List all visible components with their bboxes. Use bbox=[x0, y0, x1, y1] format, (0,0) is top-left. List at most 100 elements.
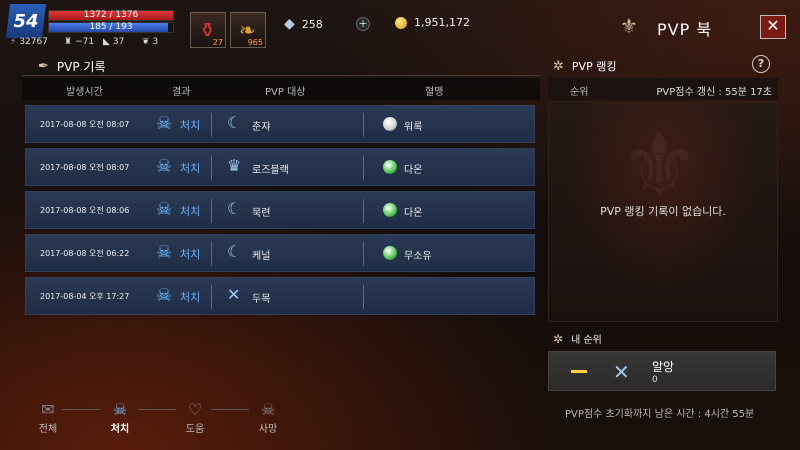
page-title: PVP 북 bbox=[657, 20, 713, 39]
record-row[interactable]: 2017-08-04 오후 17:27 ☠ 처치 ✕ 두목 bbox=[25, 277, 535, 315]
slot-count: 27 bbox=[212, 38, 223, 47]
record-guild: 다온 bbox=[404, 208, 423, 219]
record-target: 케널 bbox=[252, 251, 271, 262]
my-rank-title: 내 순위 bbox=[571, 335, 602, 346]
empty-ranking-message: PVP 랭킹 기록이 없습니다. bbox=[600, 205, 726, 218]
hp-bar: 1372 / 1376 bbox=[48, 10, 174, 21]
column-header-target: PVP 대상 bbox=[265, 87, 306, 98]
assist-icon: ♡ bbox=[187, 400, 203, 419]
skull-icon: ☠ bbox=[156, 199, 173, 220]
guild-emblem-icon bbox=[383, 246, 397, 260]
record-time: 2017-08-08 오전 08:07 bbox=[40, 120, 130, 129]
close-icon: ✕ bbox=[766, 16, 780, 35]
guild-emblem-icon bbox=[383, 117, 397, 131]
skull-icon: ☠ bbox=[156, 285, 173, 306]
tab-connector bbox=[211, 409, 249, 410]
close-button[interactable]: ✕ bbox=[760, 15, 786, 39]
quill-icon: ✒ bbox=[38, 59, 49, 74]
record-time: 2017-08-08 오전 06:22 bbox=[40, 249, 130, 258]
divider bbox=[211, 156, 212, 180]
quick-slot-scroll[interactable]: ❧ 965 bbox=[230, 12, 266, 48]
hp-text: 1372 / 1376 bbox=[83, 10, 139, 20]
record-target: 로즈블랙 bbox=[252, 165, 289, 176]
record-guild: 다온 bbox=[404, 165, 423, 176]
record-result: 처치 bbox=[180, 205, 201, 218]
pvp-record-header: ✒ PVP 기록 bbox=[38, 58, 105, 75]
my-rank-header: ✲ 내 순위 bbox=[553, 331, 602, 347]
boot-icon: ◣ bbox=[103, 37, 110, 47]
lightning-icon: ⚡ bbox=[10, 37, 17, 47]
stat-value: 3 bbox=[152, 37, 159, 47]
column-header-guild: 혈맹 bbox=[425, 87, 444, 98]
cross-class-icon: ✕ bbox=[227, 285, 241, 304]
rank-none-indicator bbox=[571, 370, 587, 373]
quick-slot-potion[interactable]: ⚱ 27 bbox=[190, 12, 226, 48]
level-value: 54 bbox=[13, 10, 39, 32]
pvp-ranking-header: ✲ PVP 랭킹 bbox=[553, 58, 616, 74]
record-target: 묵련 bbox=[252, 208, 271, 219]
mp-text: 185 / 193 bbox=[89, 22, 133, 32]
skull-icon: ☠ bbox=[156, 242, 173, 263]
tab-deaths[interactable]: ☠ 사망 bbox=[248, 400, 288, 435]
divider bbox=[363, 285, 364, 309]
scroll-icon: ✉ bbox=[41, 400, 55, 419]
ghost-class-icon: ☾ bbox=[227, 242, 242, 261]
gem-currency: ◆ 258 bbox=[284, 16, 323, 32]
guild-emblem-icon bbox=[383, 160, 397, 174]
tab-label: 처치 bbox=[110, 424, 130, 435]
stat-evasion: ❦ 3 bbox=[142, 37, 158, 47]
my-rank-row: ✕ 알앙 0 bbox=[548, 351, 776, 391]
skull-icon: ☠ bbox=[156, 156, 173, 177]
stat-power: ⚡ 32767 bbox=[10, 37, 48, 47]
tab-kills[interactable]: ☠ 처치 bbox=[100, 400, 140, 435]
pvp-record-title: PVP 기록 bbox=[56, 60, 106, 74]
record-result: 처치 bbox=[180, 248, 201, 261]
column-header-time: 발생시간 bbox=[66, 87, 103, 98]
divider bbox=[363, 113, 364, 137]
record-target: 두목 bbox=[252, 294, 271, 305]
tab-assist[interactable]: ♡ 도움 bbox=[175, 400, 215, 435]
slot-count: 965 bbox=[247, 38, 263, 47]
pvp-ranking-title: PVP 랭킹 bbox=[571, 60, 617, 73]
help-button[interactable]: ? bbox=[752, 55, 770, 73]
divider bbox=[363, 156, 364, 180]
stat-value: −71 bbox=[75, 37, 95, 47]
stat-defense: ♜ −71 bbox=[64, 37, 94, 47]
record-row[interactable]: 2017-08-08 오전 06:22 ☠ 처치 ☾ 케널 무소유 bbox=[25, 234, 535, 272]
skull-icon: ☠ bbox=[156, 113, 173, 134]
add-currency-button[interactable]: + bbox=[356, 17, 370, 31]
cross-class-icon: ✕ bbox=[613, 360, 630, 384]
wing-icon: ❦ bbox=[142, 37, 150, 47]
score-update-timer: PVP점수 갱신 : 55분 17초 bbox=[656, 87, 772, 98]
divider bbox=[22, 75, 540, 76]
stat-speed: ◣ 37 bbox=[103, 37, 124, 47]
crystal-icon: ◆ bbox=[284, 16, 295, 32]
divider bbox=[363, 242, 364, 266]
column-header-result: 결과 bbox=[172, 87, 191, 98]
gold-value: 1,951,172 bbox=[414, 16, 470, 29]
ranking-column-header: 순위 PVP점수 갱신 : 55분 17초 bbox=[548, 78, 778, 100]
tab-label: 도움 bbox=[185, 424, 205, 435]
divider bbox=[211, 242, 212, 266]
record-row[interactable]: 2017-08-08 오전 08:07 ☠ 처치 ☾ 춘쟈 워록 bbox=[25, 105, 535, 143]
divider bbox=[363, 199, 364, 223]
ranking-emblem-icon: ✲ bbox=[553, 331, 564, 346]
record-time: 2017-08-04 오후 17:27 bbox=[40, 292, 130, 301]
record-result: 처치 bbox=[180, 119, 201, 132]
stat-value: 37 bbox=[112, 37, 125, 47]
score-reset-timer: PVP점수 초기화까지 남은 시간 : 4시간 55분 bbox=[565, 409, 755, 420]
record-target: 춘쟈 bbox=[252, 122, 271, 133]
tab-all[interactable]: ✉ 전체 bbox=[28, 400, 68, 435]
record-row[interactable]: 2017-08-08 오전 08:07 ☠ 처치 ♛ 로즈블랙 다온 bbox=[25, 148, 535, 186]
record-result: 처치 bbox=[180, 162, 201, 175]
gem-value: 258 bbox=[301, 17, 323, 31]
skull-icon: ☠ bbox=[112, 400, 128, 419]
ranking-list[interactable]: ⚜ PVP 랭킹 기록이 없습니다. bbox=[548, 102, 778, 322]
record-time: 2017-08-08 오전 08:06 bbox=[40, 206, 130, 215]
tab-label: 사망 bbox=[258, 424, 278, 435]
tab-label: 전체 bbox=[38, 424, 58, 435]
divider bbox=[211, 113, 212, 137]
record-row[interactable]: 2017-08-08 오전 08:06 ☠ 처치 ☾ 묵련 다온 bbox=[25, 191, 535, 229]
stat-value: 32767 bbox=[19, 37, 48, 47]
record-result: 처치 bbox=[180, 291, 201, 304]
